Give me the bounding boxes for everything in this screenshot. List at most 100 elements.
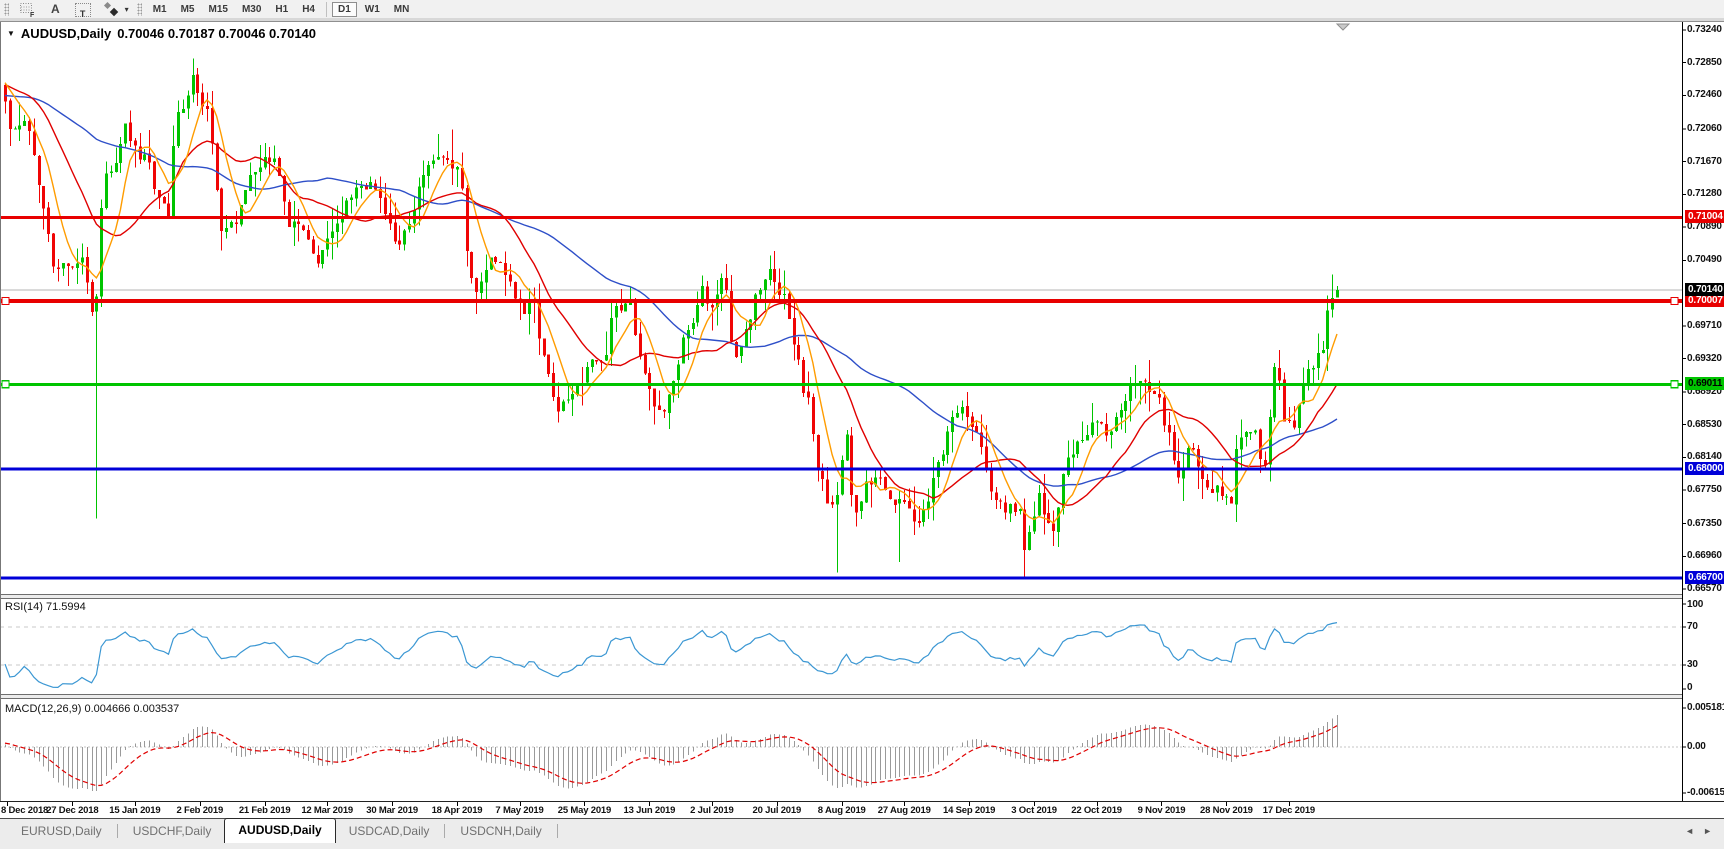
timeframe-button-w1[interactable]: W1 bbox=[359, 2, 386, 17]
chart-bottom-border bbox=[0, 801, 1724, 802]
rsi-line bbox=[5, 623, 1337, 688]
moving-average-slow bbox=[5, 96, 1337, 487]
date-axis-label: 30 Mar 2019 bbox=[366, 805, 418, 816]
macd-signal-line bbox=[5, 726, 1337, 786]
price-axis-label: 0.71670 bbox=[1687, 156, 1722, 167]
fibonacci-icon[interactable]: F bbox=[19, 2, 36, 18]
date-axis-label: 8 Aug 2019 bbox=[818, 805, 866, 816]
tab-divider bbox=[117, 824, 118, 838]
timeframe-button-h1[interactable]: H1 bbox=[269, 2, 294, 17]
chart-tab-bar: EURUSD,DailyUSDCHF,DailyAUDUSD,DailyUSDC… bbox=[0, 818, 1724, 849]
pane-separator bbox=[0, 698, 1682, 699]
timeframe-button-m30[interactable]: M30 bbox=[236, 2, 267, 17]
date-axis-label: 13 Jun 2019 bbox=[624, 805, 676, 816]
rsi-axis-label: 100 bbox=[1687, 599, 1703, 610]
price-axis-label: 0.73240 bbox=[1687, 24, 1722, 35]
price-axis-label: 0.68140 bbox=[1687, 451, 1722, 462]
date-axis-label: 2 Feb 2019 bbox=[176, 805, 223, 816]
tab-scroll-left-icon[interactable]: ◄ bbox=[1685, 826, 1694, 836]
hline-price-label: 0.69011 bbox=[1685, 377, 1724, 390]
timeframe-button-d1[interactable]: D1 bbox=[332, 2, 357, 17]
price-axis-label: 0.66960 bbox=[1687, 550, 1722, 561]
tab-scroll-right-icon[interactable]: ► bbox=[1703, 826, 1712, 836]
current-price-label: 0.70140 bbox=[1685, 283, 1724, 296]
timeframe-button-h4[interactable]: H4 bbox=[296, 2, 321, 17]
toolbar: F A T ▾ M1M5M15M30H1H4 D1W1MN bbox=[0, 0, 1724, 18]
date-axis-label: 2 Jul 2019 bbox=[690, 805, 733, 816]
date-axis-label: 20 Jul 2019 bbox=[753, 805, 802, 816]
price-axis-label: 0.72850 bbox=[1687, 57, 1722, 68]
timeframe-button-m15[interactable]: M15 bbox=[203, 2, 234, 17]
pane-separator bbox=[0, 598, 1682, 599]
tab-usdcnh-daily[interactable]: USDCNH,Daily bbox=[447, 820, 554, 842]
horizontal-line-0.71004[interactable] bbox=[0, 216, 1682, 219]
chart-symbol-label: AUDUSD,Daily bbox=[21, 26, 111, 41]
moving-average-mid bbox=[5, 84, 1337, 505]
arrows-icon[interactable] bbox=[103, 1, 119, 17]
tab-divider bbox=[444, 824, 445, 838]
date-axis-label: 3 Oct 2019 bbox=[1011, 805, 1057, 816]
timeframe-button-m1[interactable]: M1 bbox=[147, 2, 173, 17]
price-axis[interactable]: 0.732400.728500.724600.720600.716700.712… bbox=[1683, 22, 1724, 801]
date-axis-label: 17 Dec 2019 bbox=[1263, 805, 1315, 816]
price-axis-label: 0.71280 bbox=[1687, 188, 1722, 199]
price-axis-label: 0.67750 bbox=[1687, 484, 1722, 495]
chart-shift-marker bbox=[1337, 24, 1349, 30]
rsi-indicator-label: RSI(14) 71.5994 bbox=[5, 601, 86, 613]
window-separator bbox=[0, 18, 1724, 22]
macd-axis-label: 0.00 bbox=[1687, 741, 1724, 752]
date-axis-label: 9 Nov 2019 bbox=[1138, 805, 1186, 816]
candlestick-series bbox=[4, 59, 1339, 579]
horizontal-line-0.70007[interactable] bbox=[0, 298, 1682, 305]
hline-price-label: 0.68000 bbox=[1685, 462, 1724, 475]
text-icon[interactable]: A bbox=[48, 1, 63, 17]
price-axis-label: 0.69320 bbox=[1687, 353, 1722, 364]
mt4-window: F A T ▾ M1M5M15M30H1H4 D1W1MN ▼ AUDUSD,Dai… bbox=[0, 0, 1724, 849]
chart-tabs: EURUSD,DailyUSDCHF,DailyAUDUSD,DailyUSDC… bbox=[8, 819, 1724, 843]
rsi-axis-label: 0 bbox=[1687, 682, 1692, 693]
macd-axis-label: 0.005181 bbox=[1687, 702, 1724, 713]
price-axis-label: 0.70490 bbox=[1687, 254, 1722, 265]
timeframe-button-m5[interactable]: M5 bbox=[175, 2, 201, 17]
svg-text:F: F bbox=[30, 12, 35, 18]
chart-left-border bbox=[0, 22, 1, 801]
label-icon-glyph: T bbox=[80, 9, 86, 19]
date-axis-label: 7 May 2019 bbox=[495, 805, 543, 816]
price-axis-label: 0.67350 bbox=[1687, 518, 1722, 529]
horizontal-line-0.66700[interactable] bbox=[0, 577, 1682, 580]
date-axis-label: 12 Mar 2019 bbox=[301, 805, 353, 816]
toolbar-grip[interactable] bbox=[4, 3, 9, 16]
date-axis-label: 21 Feb 2019 bbox=[239, 805, 291, 816]
date-axis-label: 18 Apr 2019 bbox=[432, 805, 483, 816]
price-axis-label: 0.68530 bbox=[1687, 419, 1722, 430]
macd-indicator-label: MACD(12,26,9) 0.004666 0.003537 bbox=[5, 703, 179, 715]
date-axis-label: 8 Dec 2018 bbox=[1, 805, 48, 816]
date-axis-label: 27 Dec 2018 bbox=[46, 805, 98, 816]
horizontal-line-0.69011[interactable] bbox=[0, 381, 1682, 388]
tab-usdchf-daily[interactable]: USDCHF,Daily bbox=[120, 820, 225, 842]
toolbar-grip[interactable] bbox=[137, 3, 142, 16]
horizontal-line-0.68000[interactable] bbox=[0, 468, 1682, 471]
date-axis-label: 28 Nov 2019 bbox=[1200, 805, 1253, 816]
date-axis[interactable]: 8 Dec 201827 Dec 2018 15 Jan 2019 2 Feb 20… bbox=[0, 803, 1724, 818]
date-axis-label: 15 Jan 2019 bbox=[109, 805, 160, 816]
date-axis-label: 27 Aug 2019 bbox=[878, 805, 931, 816]
tab-usdcad-daily[interactable]: USDCAD,Daily bbox=[336, 820, 443, 842]
hline-price-label: 0.70007 bbox=[1685, 294, 1724, 307]
date-axis-label: 14 Sep 2019 bbox=[943, 805, 995, 816]
chart-ohlc-values: 0.70046 0.70187 0.70046 0.70140 bbox=[117, 26, 316, 41]
tab-audusd-daily[interactable]: AUDUSD,Daily bbox=[224, 818, 335, 843]
tab-eurusd-daily[interactable]: EURUSD,Daily bbox=[8, 820, 115, 842]
date-axis-label: 25 May 2019 bbox=[558, 805, 611, 816]
price-axis-label: 0.72060 bbox=[1687, 123, 1722, 134]
timeframe-button-mn[interactable]: MN bbox=[388, 2, 416, 17]
hline-price-label: 0.71004 bbox=[1685, 210, 1724, 223]
chart-dropdown-icon[interactable]: ▼ bbox=[7, 29, 15, 38]
label-icon[interactable]: T bbox=[75, 3, 91, 17]
macd-axis-label: -0.006153 bbox=[1687, 787, 1724, 798]
chart-canvas[interactable] bbox=[0, 0, 1724, 849]
price-axis-label: 0.69710 bbox=[1687, 320, 1722, 331]
chevron-down-icon[interactable]: ▾ bbox=[125, 5, 129, 14]
timeframe-toolbar: M1M5M15M30H1H4 D1W1MN bbox=[146, 2, 417, 17]
rsi-axis-label: 70 bbox=[1687, 621, 1698, 632]
